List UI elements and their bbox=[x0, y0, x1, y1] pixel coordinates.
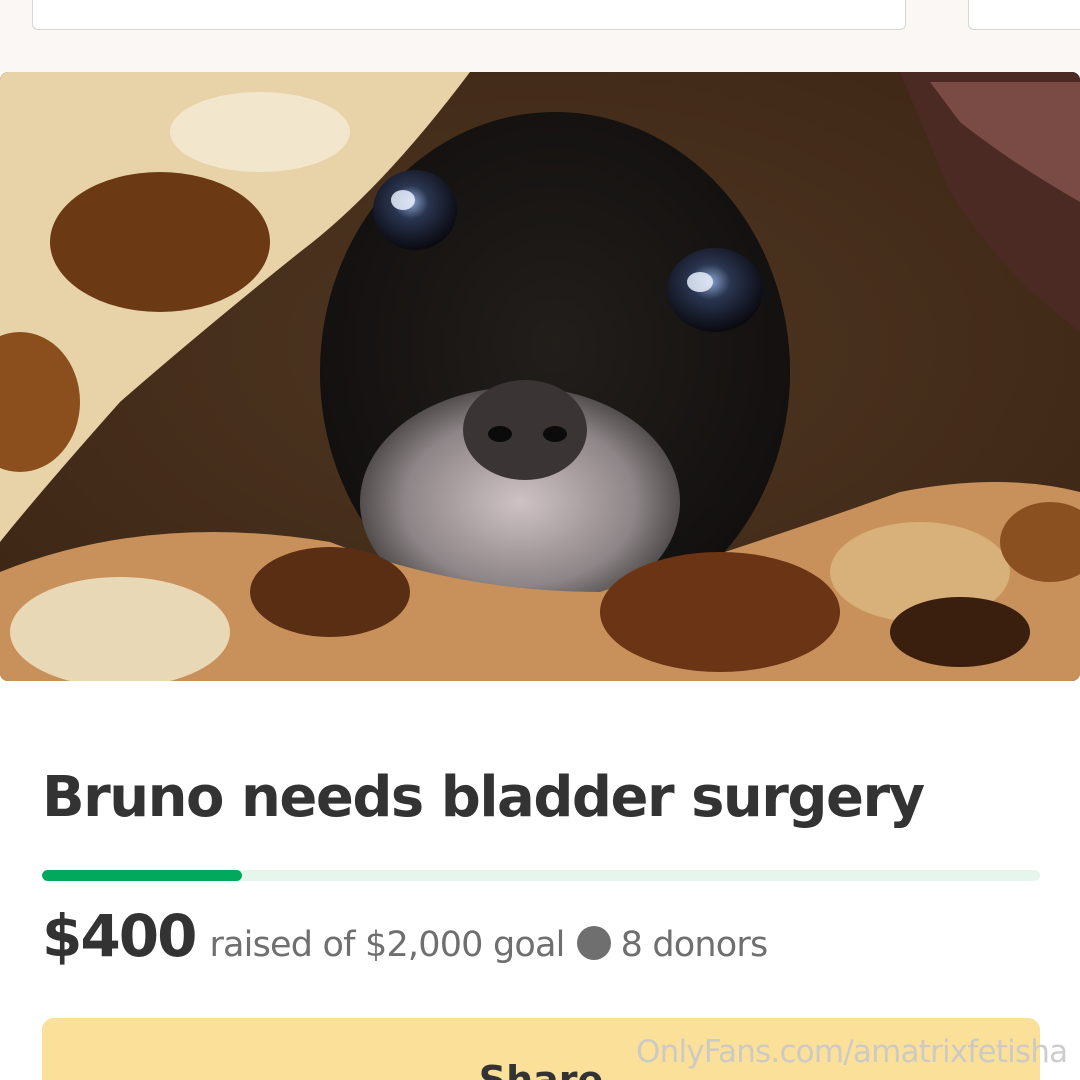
separator-dot-icon bbox=[576, 926, 611, 960]
campaign-hero-image bbox=[0, 72, 1080, 681]
progress-bar bbox=[42, 870, 1040, 881]
watermark-text: OnlyFans.com/amatrixfetisha bbox=[636, 1034, 1068, 1070]
goal-text: raised of $2,000 goal bbox=[209, 925, 565, 965]
raised-amount: $400 bbox=[42, 902, 197, 970]
top-card-secondary[interactable] bbox=[968, 0, 1080, 30]
progress-bar-fill bbox=[42, 870, 242, 881]
donor-count[interactable]: 8 donors bbox=[621, 925, 769, 965]
campaign-title: Bruno needs bladder surgery bbox=[42, 765, 925, 830]
top-card[interactable] bbox=[32, 0, 906, 30]
raised-summary: $400 raised of $2,000 goal 8 donors bbox=[42, 902, 769, 974]
top-strip bbox=[0, 0, 1080, 72]
